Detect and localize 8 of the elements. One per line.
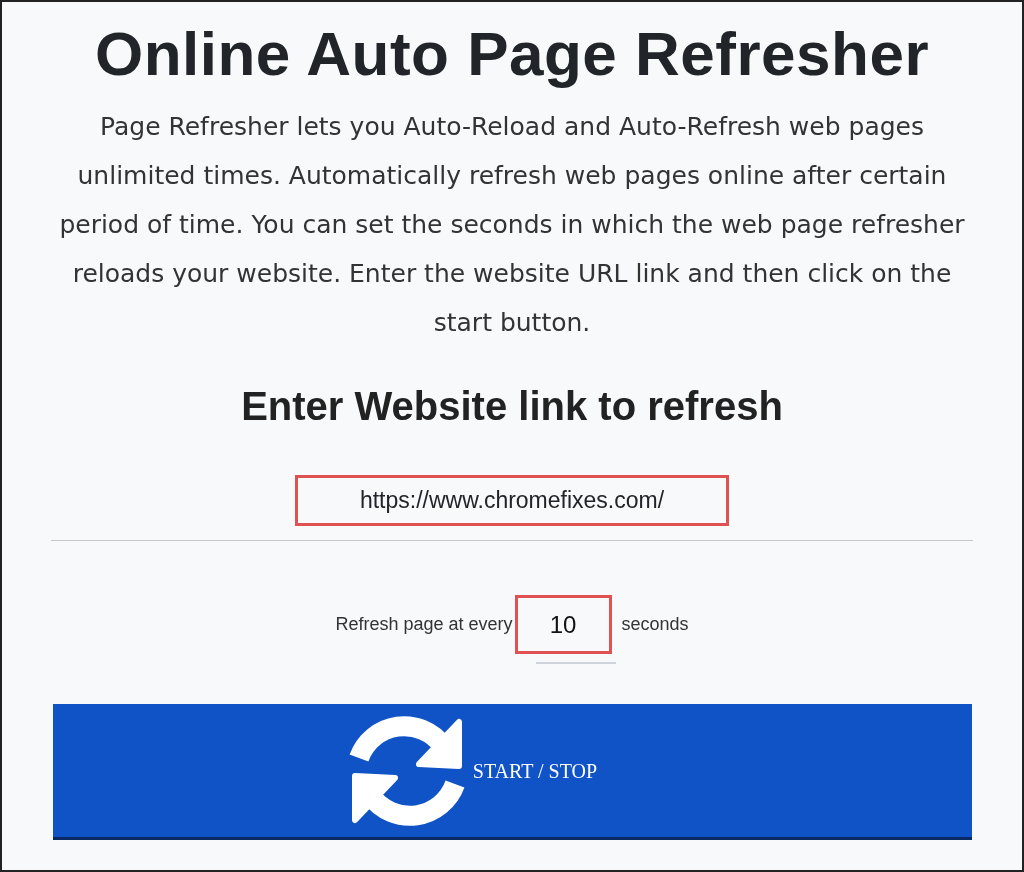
description-paragraph: Page Refresher lets you Auto-Reload and Auto-Refresh web pages unlimited times. Automatically refresh web pages online after certain period of time. You can set the seconds in which the web page refresher reloads your website. Enter the website URL link and then click on the start button. (58, 111, 966, 339)
page-title: Online Auto Page Refresher (94, 18, 930, 90)
url-input-field[interactable]: https://www.chromefixes.com/ (295, 475, 729, 526)
interval-label: Refresh page at every (335, 613, 513, 636)
seconds-label: seconds (621, 613, 689, 636)
form-heading: Enter Website link to refresh (241, 383, 783, 430)
start-stop-button[interactable]: START / STOP (52, 704, 972, 840)
seconds-input-field[interactable]: 10 (514, 595, 612, 654)
